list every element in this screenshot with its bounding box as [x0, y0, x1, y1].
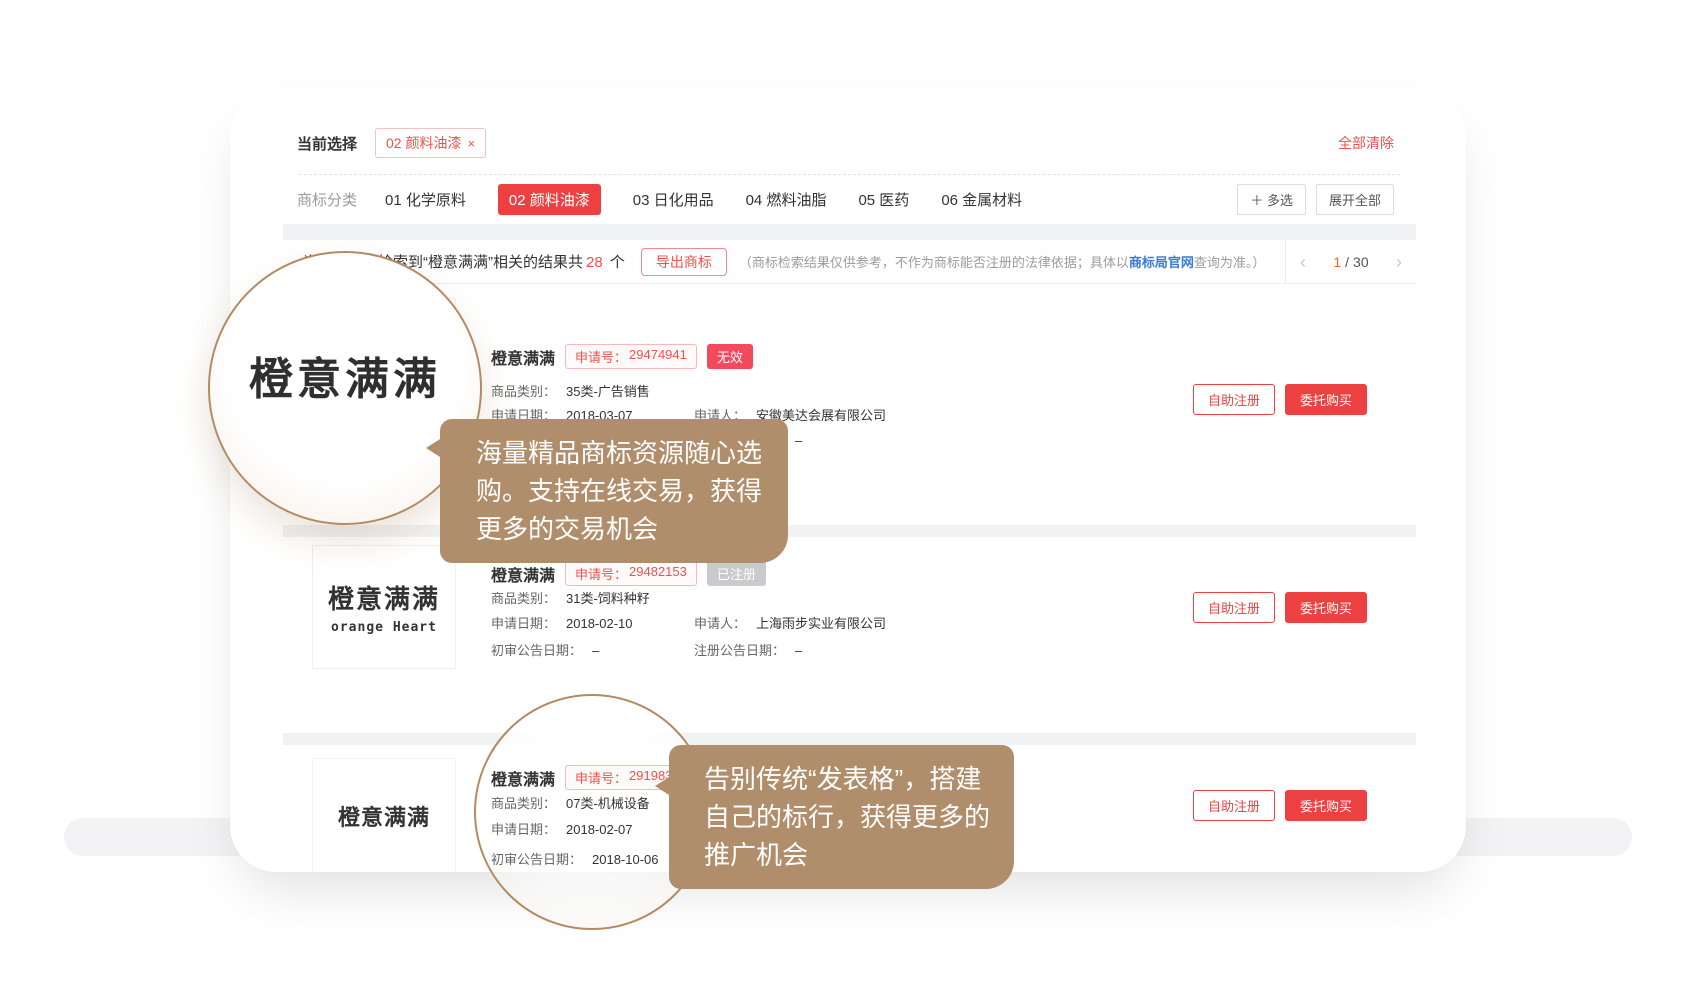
category-label: 商标分类 [297, 189, 357, 210]
field-label: 商品类别： [491, 591, 556, 606]
trademark-name: 橙意满满 [491, 345, 555, 369]
field-value: – [795, 433, 802, 448]
self-register-button[interactable]: 自助注册 [1193, 790, 1275, 821]
first-publication-field: 初审公告日期： 2018-10-06 [491, 849, 659, 868]
multi-select-button[interactable]: ＋ 多选 [1237, 184, 1306, 215]
field-value: 31类-饲料种籽 [566, 591, 650, 606]
tooltip-arrow-icon [426, 439, 440, 457]
field-value: – [592, 643, 599, 658]
trademark-name: 橙意满满 [491, 766, 555, 790]
entrust-purchase-button[interactable]: 委托购买 [1285, 384, 1367, 415]
field-value: 2018-02-10 [566, 616, 633, 631]
page: 当前选择 02 颜料油漆 × 全部清除 商标分类 01 化学原料 02 颜料油漆… [0, 0, 1696, 1002]
category-item-05[interactable]: 05 医药 [858, 189, 909, 210]
field-label: 初审公告日期： [491, 643, 582, 658]
field-value: 2018-10-06 [592, 852, 659, 867]
disclaimer-text: （商标检索结果仅供参考，不作为商标能否注册的法律依据；具体以 [739, 255, 1129, 270]
trademark-image-text: 橙意满满 [328, 579, 440, 616]
disclaimer-suffix: 查询为准。） [1194, 255, 1266, 270]
field-label: 商品类别： [491, 796, 556, 811]
current-page: 1 [1333, 254, 1341, 270]
next-page-icon[interactable]: › [1396, 253, 1402, 271]
results-header: 当前分类下检索到“橙意满满”相关的结果共28 个 导出商标 （商标检索结果仅供参… [283, 240, 1416, 284]
entrust-purchase-button[interactable]: 委托购买 [1285, 592, 1367, 623]
apply-date-field: 申请日期： 2018-02-10 [491, 613, 633, 632]
category-item-06[interactable]: 06 金属材料 [941, 189, 1022, 210]
self-register-button[interactable]: 自助注册 [1193, 384, 1275, 415]
field-label: 初审公告日期： [491, 852, 582, 867]
row-actions: 自助注册 委托购买 [1193, 384, 1367, 415]
callout-tooltip-promotion: 告别传统“发表格”，搭建自己的标行，获得更多的推广机会 [669, 745, 1014, 889]
field-label: 注册公告日期： [694, 643, 785, 658]
app-no-value: 29474941 [629, 347, 687, 366]
trademark-title-line: 橙意满满 申请号：29482153 已注册 [491, 561, 766, 586]
field-value: 35类-广告销售 [566, 384, 650, 399]
field-label: 申请日期： [491, 616, 556, 631]
trademark-image-subtext: orange Heart [331, 620, 437, 635]
field-label: 申请人： [694, 616, 746, 631]
trademark-image: 橙意满满 orange Heart [312, 545, 456, 669]
category-field: 商品类别： 35类-广告销售 [491, 381, 650, 400]
pagination: ‹ 1/30 › [1285, 240, 1416, 283]
page-indicator: 1/30 [1333, 254, 1368, 270]
reg-publication-field: 注册公告日期：– [694, 640, 802, 659]
tooltip-arrow-icon [655, 777, 669, 795]
app-no-label: 申请号： [575, 564, 627, 583]
field-value: 07类-机械设备 [566, 796, 650, 811]
magnified-trademark-text: 橙意满满 [249, 343, 441, 407]
self-register-button[interactable]: 自助注册 [1193, 592, 1275, 623]
category-actions: ＋ 多选 展开全部 [1237, 184, 1394, 215]
filter-panel: 当前选择 02 颜料油漆 × 全部清除 商标分类 01 化学原料 02 颜料油漆… [283, 112, 1416, 224]
entrust-purchase-button[interactable]: 委托购买 [1285, 790, 1367, 821]
category-item-02-active[interactable]: 02 颜料油漆 [498, 184, 601, 215]
field-value: 2018-02-07 [566, 822, 633, 837]
tooltip-text: 海量精品商标资源随心选购。支持在线交易，获得更多的交易机会 [476, 438, 762, 544]
row-actions: 自助注册 委托购买 [1193, 790, 1367, 821]
trademark-office-link[interactable]: 商标局官网 [1129, 255, 1194, 270]
trademark-category-row: 商标分类 01 化学原料 02 颜料油漆 03 日化用品 04 燃料油脂 05 … [283, 174, 1416, 224]
results-count: 28 [586, 254, 603, 271]
trademark-name: 橙意满满 [491, 562, 555, 586]
apply-date-field: 申请日期： 2018-02-07 [491, 819, 633, 838]
summary-suffix: 个 [606, 254, 625, 271]
selected-filter-chip[interactable]: 02 颜料油漆 × [375, 128, 486, 158]
table-row: 橙意满满 orange Heart 橙意满满 申请号：29482153 已注册 … [283, 537, 1416, 733]
application-number-tag: 申请号：29474941 [565, 344, 697, 369]
applicant-field: 申请人： 上海雨步实业有限公司 [694, 613, 886, 632]
page-divider: / [1345, 254, 1349, 270]
first-publication-field: 初审公告日期：– [491, 640, 599, 659]
category-item-01[interactable]: 01 化学原料 [385, 189, 466, 210]
field-label: 申请日期： [491, 822, 556, 837]
app-no-label: 申请号： [575, 347, 627, 366]
close-icon[interactable]: × [467, 136, 475, 151]
disclaimer: （商标检索结果仅供参考，不作为商标能否注册的法律依据；具体以商标局官网查询为准。… [739, 252, 1266, 271]
selected-filter-text: 02 颜料油漆 [386, 133, 461, 153]
category-item-04[interactable]: 04 燃料油脂 [746, 189, 827, 210]
field-label: 商品类别： [491, 384, 556, 399]
category-item-03[interactable]: 03 日化用品 [633, 189, 714, 210]
trademark-title-line: 橙意满满 申请号：29474941 无效 [491, 344, 753, 369]
trademark-image-text: 橙意满满 [338, 800, 430, 832]
field-value: 上海雨步实业有限公司 [756, 616, 886, 631]
status-badge: 已注册 [707, 561, 766, 586]
clear-all-link[interactable]: 全部清除 [1338, 133, 1394, 153]
current-selection-row: 当前选择 02 颜料油漆 × 全部清除 [283, 112, 1416, 174]
expand-all-button[interactable]: 展开全部 [1316, 184, 1394, 215]
category-field: 商品类别： 07类-机械设备 [491, 793, 650, 812]
category-field: 商品类别： 31类-饲料种籽 [491, 588, 650, 607]
app-no-label: 申请号： [575, 768, 627, 787]
field-value: – [795, 643, 802, 658]
status-badge: 无效 [707, 344, 753, 369]
prev-page-icon[interactable]: ‹ [1300, 253, 1306, 271]
tooltip-text: 告别传统“发表格”，搭建自己的标行，获得更多的推广机会 [704, 764, 990, 870]
category-items: 01 化学原料 02 颜料油漆 03 日化用品 04 燃料油脂 05 医药 06… [385, 184, 1022, 215]
callout-tooltip-marketplace: 海量精品商标资源随心选购。支持在线交易，获得更多的交易机会 [440, 419, 788, 563]
total-pages: 30 [1353, 254, 1369, 270]
application-number-tag: 申请号：29482153 [565, 561, 697, 586]
export-trademarks-button[interactable]: 导出商标 [641, 248, 727, 276]
row-actions: 自助注册 委托购买 [1193, 592, 1367, 623]
current-selection-label: 当前选择 [297, 133, 357, 154]
trademark-image: 橙意满满 [312, 758, 456, 872]
app-no-value: 29482153 [629, 564, 687, 583]
